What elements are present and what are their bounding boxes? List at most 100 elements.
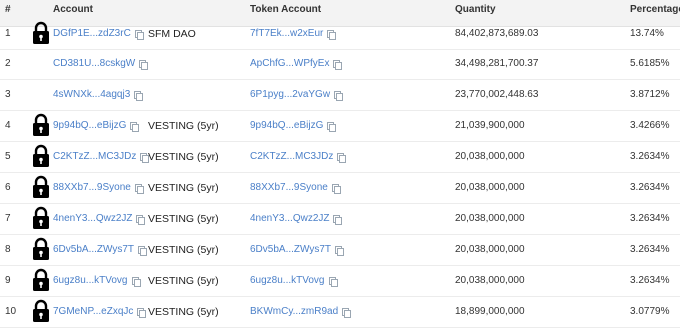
token-account-address[interactable]: 7fT7Ek...w2xEur [250,28,323,39]
account-address[interactable]: 4nenY3...Qwz2JZ [53,213,132,224]
copy-icon[interactable] [342,307,352,318]
account-link[interactable]: 6Dv5bA...ZWys7T [53,234,148,265]
padlock-icon [33,237,49,260]
quantity-value: 34,498,281,700.37 [455,58,539,69]
copy-icon[interactable] [139,59,149,70]
token-account-address[interactable]: 9p94bQ...eBijzG [250,120,323,131]
copy-icon[interactable] [337,152,347,163]
copy-icon[interactable] [333,59,343,70]
quantity-value: 20,038,000,000 [455,151,525,162]
account-link[interactable]: CD381U...8cskgW [53,48,149,79]
table-row: 9 6ugz8u...kTVovg VESTING (5yr) 6ugz8u...kT… [0,265,680,297]
quantity-value: 20,038,000,000 [455,213,525,224]
column-header-token-account[interactable]: Token Account [250,4,321,15]
table-row: 3 4sWNXk...4agqj3 6P1pyg...2vaYGw 23,770,00… [0,79,680,111]
token-account-address[interactable]: BKWmCy...zmR9ad [250,306,338,317]
token-account-link[interactable]: ApChfG...WPfyEx [250,48,343,79]
account-address[interactable]: 9p94bQ...eBijzG [53,120,126,131]
token-account-link[interactable]: C2KTzZ...MC3JDz [250,141,347,172]
token-account-address[interactable]: 88XXb7...9Syone [250,182,328,193]
account-label: VESTING (5yr) [148,243,219,256]
copy-icon[interactable] [328,276,338,287]
table-row: 5 C2KTzZ...MC3JDz VESTING (5yr) C2KTzZ...MC… [0,141,680,173]
account-address[interactable]: 6Dv5bA...ZWys7T [53,244,134,255]
row-rank: 10 [5,306,17,317]
copy-icon[interactable] [333,214,343,225]
column-header-percentage[interactable]: Percentage [630,4,680,15]
table-row: 2 CD381U...8cskgW ApChfG...WPfyEx 34,498,28… [0,48,680,80]
account-link[interactable]: 88XXb7...9Syone [53,172,144,203]
copy-icon[interactable] [134,29,144,40]
table-row: 1 DGfP1E...zdZ3rC SFM DAO 7fT7Ek...w2xEur 84… [0,18,680,50]
quantity-value: 84,402,873,689.03 [455,28,539,39]
padlock-icon [33,113,49,136]
percentage-value: 3.0779% [630,306,670,317]
account-label: VESTING (5yr) [148,119,219,132]
token-account-link[interactable]: 6Dv5bA...ZWys7T [250,234,345,265]
copy-icon[interactable] [138,245,148,256]
account-link[interactable]: 4sWNXk...4agqj3 [53,79,144,110]
copy-icon[interactable] [134,90,144,101]
token-account-link[interactable]: 7fT7Ek...w2xEur [250,18,337,49]
token-account-address[interactable]: C2KTzZ...MC3JDz [250,151,333,162]
row-rank: 5 [5,151,11,162]
column-header-num: # [5,4,11,15]
table-row: 6 88XXb7...9Syone VESTING (5yr) 88XXb7...9S… [0,172,680,204]
row-rank: 1 [5,28,11,39]
percentage-value: 3.2634% [630,151,670,162]
table-row: 10 7GMeNP...eZxqJc VESTING (5yr) BKWmCy...z… [0,296,680,328]
copy-icon[interactable] [137,307,147,318]
token-account-link[interactable]: BKWmCy...zmR9ad [250,296,352,327]
token-account-link[interactable]: 6P1pyg...2vaYGw [250,79,344,110]
column-header-quantity[interactable]: Quantity [455,4,496,15]
account-link[interactable]: C2KTzZ...MC3JDz [53,141,150,172]
quantity-value: 20,038,000,000 [455,182,525,193]
copy-icon[interactable] [327,121,337,132]
account-label: VESTING (5yr) [148,305,219,318]
copy-icon[interactable] [134,183,144,194]
token-account-link[interactable]: 6ugz8u...kTVovg [250,265,338,296]
account-address[interactable]: 88XXb7...9Syone [53,182,131,193]
copy-icon[interactable] [334,90,344,101]
row-rank: 6 [5,182,11,193]
account-address[interactable]: 4sWNXk...4agqj3 [53,89,130,100]
row-rank: 3 [5,89,11,100]
copy-icon[interactable] [327,29,337,40]
table-row: 4 9p94bQ...eBijzG VESTING (5yr) 9p94bQ...eB… [0,110,680,142]
column-header-account[interactable]: Account [53,4,93,15]
account-address[interactable]: 6ugz8u...kTVovg [53,275,128,286]
token-account-address[interactable]: 6P1pyg...2vaYGw [250,89,330,100]
account-link[interactable]: 7GMeNP...eZxqJc [53,296,147,327]
account-address[interactable]: DGfP1E...zdZ3rC [53,28,131,39]
percentage-value: 5.6185% [630,58,670,69]
token-account-address[interactable]: 6Dv5bA...ZWys7T [250,244,331,255]
account-link[interactable]: 9p94bQ...eBijzG [53,110,140,141]
quantity-value: 23,770,002,448.63 [455,89,539,100]
token-account-address[interactable]: ApChfG...WPfyEx [250,58,329,69]
token-account-link[interactable]: 9p94bQ...eBijzG [250,110,337,141]
token-account-link[interactable]: 4nenY3...Qwz2JZ [250,203,343,234]
copy-icon[interactable] [130,121,140,132]
copy-icon[interactable] [335,245,345,256]
quantity-value: 21,039,900,000 [455,120,525,131]
account-address[interactable]: 7GMeNP...eZxqJc [53,306,133,317]
percentage-value: 3.2634% [630,275,670,286]
row-rank: 7 [5,213,11,224]
token-account-address[interactable]: 6ugz8u...kTVovg [250,275,325,286]
account-link[interactable]: DGfP1E...zdZ3rC [53,18,144,49]
padlock-icon [33,21,49,44]
row-rank: 2 [5,58,11,69]
account-link[interactable]: 4nenY3...Qwz2JZ [53,203,146,234]
copy-icon[interactable] [136,214,146,225]
account-link[interactable]: 6ugz8u...kTVovg [53,265,141,296]
holders-table: # Account Token Account Quantity Percent… [0,0,680,333]
percentage-value: 3.8712% [630,89,670,100]
percentage-value: 13.74% [630,28,664,39]
token-account-link[interactable]: 88XXb7...9Syone [250,172,341,203]
percentage-value: 3.2634% [630,213,670,224]
copy-icon[interactable] [131,276,141,287]
token-account-address[interactable]: 4nenY3...Qwz2JZ [250,213,329,224]
account-address[interactable]: C2KTzZ...MC3JDz [53,151,136,162]
account-address[interactable]: CD381U...8cskgW [53,58,135,69]
copy-icon[interactable] [331,183,341,194]
